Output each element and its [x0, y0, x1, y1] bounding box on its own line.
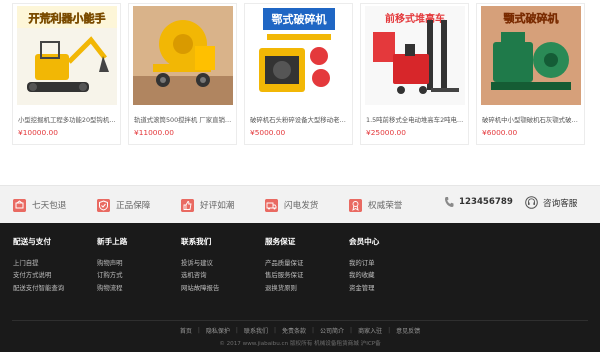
footer-column: 配送与支付 上门自提 支付方式说明 配送支付智能查询	[13, 236, 64, 294]
mini-excavator-icon: 开荒利器小能手	[17, 6, 117, 105]
product-name[interactable]: 破碎机石头粉碎设备大型移动老式颚式破碎机	[250, 115, 350, 124]
footer-nav-link[interactable]: 免责条款	[276, 326, 312, 335]
footer-link[interactable]: 购物流程	[97, 282, 127, 294]
truck-icon	[265, 198, 278, 212]
footer-link[interactable]: 售后服务保证	[265, 269, 303, 281]
footer-nav-link[interactable]: 意见反馈	[390, 326, 426, 335]
footer-link[interactable]: 资金管理	[349, 282, 379, 294]
footer-link[interactable]: 网站故障报告	[181, 282, 219, 294]
image-caption: 前移式堆高车	[385, 12, 445, 25]
footer-column: 新手上路 购物声明 订购方式 购物流程	[97, 236, 127, 294]
footer-nav-link[interactable]: 首页	[174, 326, 198, 335]
product-image[interactable]: 鄂式破碎机	[249, 6, 349, 105]
service-label: 闪电发货	[284, 201, 319, 211]
product-card[interactable]: 前移式堆高车 1.5吨前移式全电动堆高车2吨电动叉车 ¥25000.00	[360, 3, 469, 145]
phone-number: 123456789	[459, 197, 513, 207]
product-price: ¥25000.00	[366, 128, 406, 137]
image-caption: 颚式破碎机	[504, 11, 559, 25]
award-icon	[349, 198, 362, 212]
footer-column-title: 配送与支付	[13, 237, 51, 246]
product-image[interactable]: 前移式堆高车	[365, 6, 465, 105]
footer-nav-link[interactable]: 商家入驻	[352, 326, 388, 335]
footer-column-title: 联系我们	[181, 237, 212, 246]
footer-link[interactable]: 投诉与建议	[181, 257, 219, 269]
footer-column: 服务保证 产品质量保证 售后服务保证 退换货原则	[265, 236, 303, 294]
service-item[interactable]: 正品保障	[97, 196, 150, 214]
service-item[interactable]: 闪电发货	[265, 196, 318, 214]
footer-link[interactable]: 我的收藏	[349, 269, 379, 281]
product-price: ¥6000.00	[482, 128, 518, 137]
product-price: ¥5000.00	[250, 128, 286, 137]
product-image[interactable]	[133, 6, 233, 105]
footer-divider	[12, 320, 588, 321]
footer-link[interactable]: 我的订单	[349, 257, 379, 269]
concrete-mixer-icon	[133, 6, 233, 105]
footer-link[interactable]: 支付方式说明	[13, 269, 64, 281]
service-label: 七天包退	[32, 201, 67, 211]
footer-link[interactable]: 上门自提	[13, 257, 64, 269]
product-card[interactable]: 颚式破碎机 破碎机中小型颚破机石灰颚式破碎机 ¥6000.00	[476, 3, 585, 145]
electric-stacker-icon: 前移式堆高车	[365, 6, 465, 105]
footer-column: 联系我们 投诉与建议 选机咨询 网站故障报告	[181, 236, 219, 294]
footer-link[interactable]: 订购方式	[97, 269, 127, 281]
footer-nav-link[interactable]: 公司简介	[314, 326, 350, 335]
footer-nav-link[interactable]: 隐私保护	[200, 326, 236, 335]
headset-icon	[525, 196, 538, 209]
phone-icon	[445, 197, 454, 207]
footer-link[interactable]: 购物声明	[97, 257, 127, 269]
product-name[interactable]: 小型挖掘机工程多功能20型钩机家用农用	[18, 115, 118, 124]
footer-link[interactable]: 产品质量保证	[265, 257, 303, 269]
footer-column-title: 会员中心	[349, 237, 380, 246]
jaw-crusher-icon: 鄂式破碎机	[249, 6, 349, 105]
copyright-text: © 2017 www.jiabaibu.cn 版权所有 机械设备租赁商城 沪IC…	[219, 341, 381, 347]
product-name[interactable]: 轨道式滚筒500搅拌机 厂家直销混凝土	[134, 115, 234, 124]
customer-service-label: 咨询客服	[543, 198, 578, 209]
product-card[interactable]: 开荒利器小能手 小型挖掘机工程多功能20型钩机家用农用 ¥10000.00	[12, 3, 121, 145]
service-item[interactable]: 好评如潮	[181, 196, 234, 214]
page: 开荒利器小能手 小型挖掘机工程多功能20型钩机家用农用 ¥10000.00	[0, 0, 600, 352]
product-card[interactable]: 轨道式滚筒500搅拌机 厂家直销混凝土 ¥11000.00	[128, 3, 237, 145]
footer-link[interactable]: 退换货原则	[265, 282, 303, 294]
image-caption: 开荒利器小能手	[29, 11, 106, 25]
product-price: ¥10000.00	[18, 128, 58, 137]
service-label: 权威荣誉	[368, 201, 403, 211]
product-name[interactable]: 破碎机中小型颚破机石灰颚式破碎机	[482, 115, 582, 124]
service-label: 正品保障	[116, 201, 151, 211]
service-item[interactable]: 七天包退	[13, 196, 66, 214]
hotline[interactable]: 123456789	[444, 196, 513, 208]
service-item[interactable]: 权威荣誉	[349, 196, 402, 214]
footer-column: 会员中心 我的订单 我的收藏 资金管理	[349, 236, 379, 294]
footer-link[interactable]: 选机咨询	[181, 269, 219, 281]
footer-nav-link[interactable]: 联系我们	[238, 326, 274, 335]
product-list: 开荒利器小能手 小型挖掘机工程多功能20型钩机家用农用 ¥10000.00	[12, 3, 587, 145]
green-crusher-icon: 颚式破碎机	[481, 6, 581, 105]
return-7day-icon	[13, 198, 26, 212]
footer-link[interactable]: 配送支付智能查询	[13, 282, 64, 294]
thumbs-up-icon	[181, 198, 194, 212]
footer-column-title: 新手上路	[97, 237, 128, 246]
image-caption: 鄂式破碎机	[272, 12, 327, 26]
product-price: ¥11000.00	[134, 128, 174, 137]
footer-column-title: 服务保证	[265, 237, 296, 246]
product-card[interactable]: 鄂式破碎机 破碎机石头粉碎设备大型移动老式颚式破碎机 ¥5000.00	[244, 3, 353, 145]
service-label: 好评如潮	[200, 201, 235, 211]
product-name[interactable]: 1.5吨前移式全电动堆高车2吨电动叉车	[366, 115, 466, 124]
shield-check-icon	[97, 198, 110, 212]
footer-nav: 首页 | 隐私保护 | 联系我们 | 免责条款 | 公司简介 | 商家入驻 | …	[0, 326, 600, 335]
customer-service-button[interactable]: 咨询客服	[525, 196, 577, 209]
site-footer: 配送与支付 上门自提 支付方式说明 配送支付智能查询 新手上路 购物声明 订购方…	[0, 223, 600, 352]
product-image[interactable]: 开荒利器小能手	[17, 6, 117, 105]
product-image[interactable]: 颚式破碎机	[481, 6, 581, 105]
